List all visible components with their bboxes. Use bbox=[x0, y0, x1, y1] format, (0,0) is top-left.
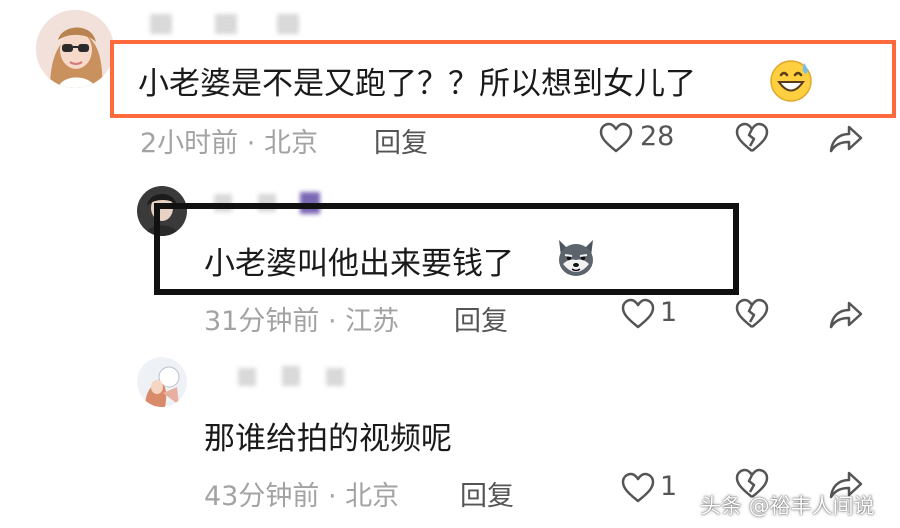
avatar-cartoon bbox=[137, 357, 187, 407]
username-masked bbox=[238, 368, 256, 386]
comment-meta: 31分钟前 · 江苏 bbox=[204, 306, 400, 337]
watermark: 头条 @裕丰人间说 bbox=[700, 494, 875, 518]
like-count: 1 bbox=[660, 471, 678, 502]
like-count: 28 bbox=[640, 121, 675, 152]
grinning-sweat-emoji bbox=[768, 57, 814, 103]
avatar[interactable] bbox=[137, 357, 187, 407]
broken-heart-icon[interactable] bbox=[734, 298, 770, 330]
heart-icon[interactable] bbox=[620, 298, 656, 330]
reply-button[interactable]: 回复 bbox=[460, 474, 514, 513]
comment-meta: 2小时前 · 北京 bbox=[140, 128, 318, 159]
dog-emoji bbox=[553, 234, 599, 280]
username-masked bbox=[326, 368, 344, 386]
avatar[interactable] bbox=[36, 10, 114, 88]
like-count: 1 bbox=[660, 297, 678, 328]
comment-text: 小老婆叫他出来要钱了 bbox=[204, 246, 514, 282]
username-masked bbox=[277, 14, 299, 34]
heart-icon[interactable] bbox=[598, 122, 634, 154]
comment-text: 小老婆是不是又跑了？？所以想到女儿了 bbox=[138, 66, 696, 102]
reply-button[interactable]: 回复 bbox=[454, 299, 508, 338]
username-masked bbox=[282, 366, 300, 386]
comment-text: 那谁给拍的视频呢 bbox=[204, 421, 452, 457]
share-icon[interactable] bbox=[828, 124, 864, 154]
broken-heart-icon[interactable] bbox=[734, 122, 770, 154]
username-masked bbox=[215, 14, 237, 34]
avatar-woman-sunglasses bbox=[36, 10, 114, 88]
share-icon[interactable] bbox=[828, 300, 864, 330]
reply-button[interactable]: 回复 bbox=[374, 121, 428, 160]
username-masked bbox=[150, 14, 172, 34]
comment-meta: 43分钟前 · 北京 bbox=[204, 481, 400, 512]
heart-icon[interactable] bbox=[620, 472, 656, 504]
